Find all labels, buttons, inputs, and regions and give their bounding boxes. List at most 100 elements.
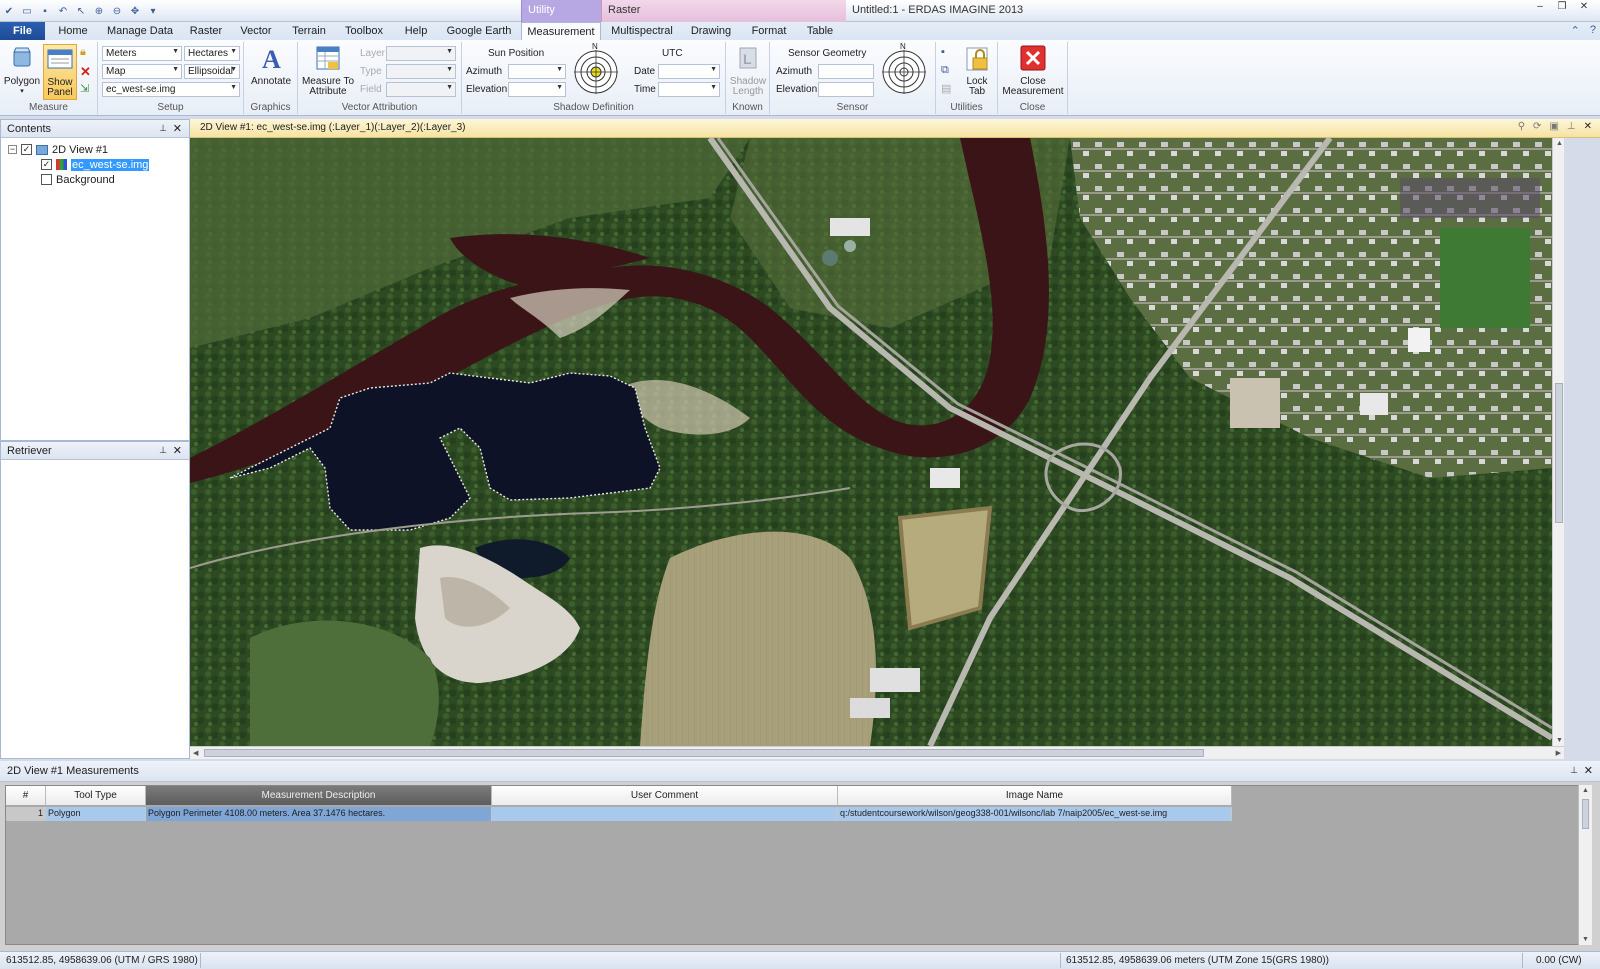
tab-terrain[interactable]: Terrain [284, 22, 334, 40]
sun-elevation-input[interactable]: ▼ [508, 82, 566, 97]
tree-item-layer[interactable]: ✓ ec_west-se.img [41, 157, 150, 172]
tree-item-background[interactable]: Background [41, 172, 115, 187]
horizontal-scroll-thumb[interactable] [204, 749, 1204, 757]
close-icon[interactable]: ✕ [1584, 121, 1592, 132]
annotate-button[interactable]: A Annotate [248, 44, 294, 87]
date-input[interactable]: ▼ [658, 64, 720, 79]
app-logo-icon[interactable]: ✔ [2, 4, 16, 18]
lock-icon[interactable]: 🔒︎ [80, 46, 93, 59]
view-checkbox[interactable]: ✓ [21, 144, 32, 155]
time-input[interactable]: ▼ [658, 82, 720, 97]
tab-drawing[interactable]: Drawing [683, 22, 739, 40]
pin-icon[interactable]: ⊥ [159, 123, 167, 134]
measure-to-attribute-button[interactable]: Measure To Attribute [300, 44, 356, 97]
column-header-description[interactable]: Measurement Description [146, 786, 492, 806]
help-icon[interactable]: ? [1590, 24, 1596, 37]
show-panel-button[interactable]: Show Panel [43, 44, 77, 100]
row-user-comment[interactable] [492, 807, 838, 821]
column-header-user-comment[interactable]: User Comment [492, 786, 838, 806]
chevron-down-icon: ▼ [230, 84, 237, 91]
image-select[interactable]: ec_west-se.img ▼ [102, 82, 240, 97]
close-icon[interactable]: ✕ [173, 444, 182, 457]
open-icon[interactable]: ▭ [20, 4, 34, 18]
restore-icon[interactable]: ❐ [1552, 1, 1572, 15]
pointer-icon[interactable]: ↖ [74, 4, 88, 18]
background-checkbox[interactable] [41, 174, 52, 185]
scroll-up-icon[interactable]: ▲ [1556, 140, 1563, 147]
units-select[interactable]: Meters ▼ [102, 46, 182, 61]
close-window-icon[interactable]: ✕ [1574, 1, 1594, 15]
clipboard-icon[interactable]: ▤ [941, 82, 954, 95]
zoom-out-icon[interactable]: ⊖ [110, 4, 124, 18]
close-icon[interactable]: ✕ [1584, 764, 1593, 777]
pin-icon[interactable]: ⊥ [1570, 765, 1578, 776]
tab-help[interactable]: Help [394, 22, 438, 40]
sensor-azimuth-input[interactable] [818, 64, 874, 79]
collapse-icon[interactable]: − [8, 145, 17, 154]
zoom-in-icon[interactable]: ⊕ [92, 4, 106, 18]
group-label-measure: Measure [29, 102, 68, 113]
ellipsoid-select[interactable]: Ellipsoidal ▼ [184, 64, 240, 79]
tab-home[interactable]: Home [52, 22, 94, 40]
vertical-scroll-thumb[interactable] [1555, 383, 1563, 523]
view-vertical-scrollbar[interactable]: ▲ ▼ [1552, 138, 1564, 746]
save-icon[interactable]: ▪ [38, 4, 52, 18]
delete-icon[interactable]: ✕ [80, 64, 93, 79]
tab-measurement[interactable]: Measurement [521, 22, 601, 40]
column-header-tool-type[interactable]: Tool Type [46, 786, 146, 806]
tab-google-earth[interactable]: Google Earth [442, 22, 516, 40]
scroll-up-icon[interactable]: ▲ [1582, 787, 1589, 794]
tree-item-view[interactable]: − ✓ 2D View #1 [8, 142, 108, 157]
layout-icon[interactable]: ▣ [1549, 121, 1558, 132]
layer-checkbox[interactable]: ✓ [41, 159, 52, 170]
customize-qat-icon[interactable]: ▾ [146, 4, 160, 18]
window-controls: – ❐ ✕ [1530, 1, 1594, 15]
scroll-left-icon[interactable]: ◀ [193, 749, 198, 757]
pin-icon[interactable]: ⊥ [159, 445, 167, 456]
scroll-down-icon[interactable]: ▼ [1556, 737, 1563, 744]
tab-table[interactable]: Table [799, 22, 841, 40]
polygon-button[interactable]: Polygon ▾ [3, 44, 41, 97]
tab-format[interactable]: Format [743, 22, 795, 40]
minimize-ribbon-icon[interactable]: ⌃ [1571, 24, 1580, 37]
coord-mode-select[interactable]: Map ▼ [102, 64, 182, 79]
tab-vector[interactable]: Vector [232, 22, 280, 40]
measurements-scrollbar[interactable]: ▲ ▼ [1578, 785, 1592, 945]
pan-icon[interactable]: ✥ [128, 4, 142, 18]
lock-tab-button[interactable]: Lock Tab [958, 44, 996, 97]
view-horizontal-scrollbar[interactable]: ◀ ▶ [190, 746, 1564, 759]
sun-compass-icon[interactable]: N [574, 42, 618, 94]
export-icon[interactable]: ⇲ [80, 82, 93, 95]
minimize-icon[interactable]: – [1530, 1, 1550, 15]
copy-icon[interactable]: ⧉ [941, 64, 954, 77]
sensor-compass-icon[interactable]: N [882, 42, 926, 94]
type-select[interactable]: ▼ [386, 64, 456, 79]
chevron-down-icon: ▼ [230, 48, 237, 55]
pin-icon[interactable]: ⊥ [1567, 121, 1576, 132]
tab-multispectral[interactable]: Multispectral [605, 22, 679, 40]
sync-icon[interactable]: ⟳ [1533, 121, 1541, 132]
close-icon[interactable]: ✕ [173, 122, 182, 135]
column-header-number[interactable]: # [6, 786, 46, 806]
status-left-coords: 613512.85, 4958639.06 (UTM / GRS 1980) [6, 955, 198, 966]
retriever-header: Retriever ⊥ ✕ [1, 442, 189, 460]
area-units-select[interactable]: Hectares ▼ [184, 46, 240, 61]
field-select[interactable]: ▼ [386, 82, 456, 97]
sun-azimuth-input[interactable]: ▼ [508, 64, 566, 79]
link-icon[interactable]: ⚲ [1518, 121, 1525, 132]
shadow-length-button[interactable]: L Shadow Length [728, 44, 768, 97]
sensor-elevation-input[interactable] [818, 82, 874, 97]
tab-raster[interactable]: Raster [184, 22, 228, 40]
close-measurement-button[interactable]: Close Measurement [1000, 44, 1066, 97]
undo-icon[interactable]: ↶ [56, 4, 70, 18]
measurements-scroll-thumb[interactable] [1582, 799, 1589, 829]
save-measure-icon[interactable]: ▪ [941, 46, 954, 59]
layer-select[interactable]: ▼ [386, 46, 456, 61]
file-tab[interactable]: File [0, 22, 45, 40]
scroll-right-icon[interactable]: ▶ [1556, 749, 1561, 757]
scroll-down-icon[interactable]: ▼ [1582, 936, 1589, 943]
tab-manage-data[interactable]: Manage Data [100, 22, 180, 40]
column-header-image-name[interactable]: Image Name [838, 786, 1232, 806]
tab-toolbox[interactable]: Toolbox [338, 22, 390, 40]
map-canvas[interactable] [190, 138, 1552, 746]
